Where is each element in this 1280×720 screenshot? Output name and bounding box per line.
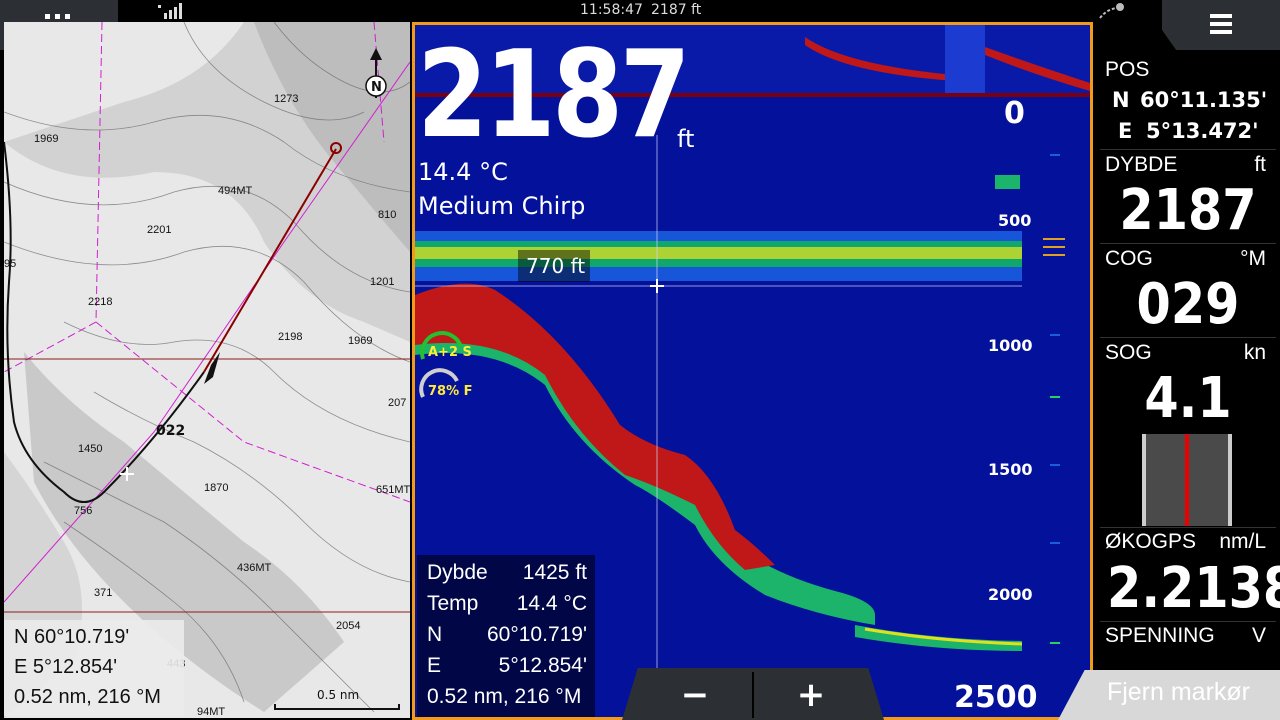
depth-label: 2218 bbox=[88, 296, 112, 308]
depth-label: 1450 bbox=[78, 443, 102, 455]
signal-icon bbox=[158, 3, 182, 19]
depth-label: 651MT bbox=[376, 484, 410, 496]
depth-label: 94MT bbox=[197, 706, 225, 718]
sonar-scale-0: 0 bbox=[1004, 96, 1025, 131]
depth-label: 95 bbox=[4, 258, 16, 270]
colorline-letter: F bbox=[463, 384, 473, 399]
divider bbox=[1100, 243, 1276, 244]
pos-longitude: 5°13.472' bbox=[1146, 119, 1259, 143]
colorline-value: 78% bbox=[428, 384, 460, 399]
eco-unit: nm/L bbox=[1219, 530, 1266, 553]
top-depth-readout: 2187 ft bbox=[651, 2, 702, 18]
sonar-scale-2000: 2000 bbox=[988, 585, 1033, 604]
sog-value: 4.1 bbox=[1144, 366, 1232, 431]
chart-cursor-info: N 60°10.719' E 5°12.854' 0.52 nm, 216 °M bbox=[4, 620, 184, 716]
pos-latitude: 60°11.135' bbox=[1140, 88, 1268, 112]
gain-indicator[interactable]: A+2 S bbox=[428, 345, 472, 360]
cursor-depth-label: 770 ft bbox=[518, 250, 590, 282]
chart-scale-bar bbox=[274, 704, 400, 710]
pos-e-prefix: E bbox=[1118, 119, 1133, 143]
zoom-in-button[interactable]: + bbox=[756, 672, 866, 718]
gain-value: A+2 bbox=[428, 345, 458, 360]
depth-label: 2198 bbox=[278, 331, 302, 343]
pos-n-prefix: N bbox=[1112, 88, 1130, 112]
zoom-divider bbox=[752, 672, 754, 718]
svg-text:N: N bbox=[371, 80, 382, 95]
sonar-scale-2500: 2500 bbox=[954, 680, 1038, 715]
chart-cursor-lat: N 60°10.719' bbox=[14, 626, 130, 648]
sonar-scale-500: 500 bbox=[998, 211, 1032, 230]
voltage-label: SPENNING bbox=[1105, 624, 1215, 647]
colorline-indicator[interactable]: 78% F bbox=[428, 384, 473, 399]
chart-cursor-range: 0.52 nm, 216 °M bbox=[14, 686, 161, 708]
sonar-scale-1000: 1000 bbox=[988, 336, 1033, 355]
depth-label: 207 bbox=[388, 397, 406, 409]
divider bbox=[1100, 621, 1276, 622]
depth-label: 1969 bbox=[348, 335, 372, 347]
hamburger-icon bbox=[1210, 14, 1232, 34]
depth-unit-label: ft bbox=[1254, 153, 1266, 176]
divider bbox=[1100, 337, 1276, 338]
depth-label: DYBDE bbox=[1105, 153, 1178, 176]
depth-label: 756 bbox=[74, 505, 92, 517]
sonar-scale-1500: 1500 bbox=[988, 460, 1033, 479]
depth-readout: 2187 bbox=[417, 26, 691, 165]
pos-label: POS bbox=[1105, 58, 1150, 81]
depth-label: 810 bbox=[378, 209, 396, 221]
waypoint-label: 022 bbox=[156, 423, 185, 439]
sog-needle bbox=[1185, 434, 1189, 526]
depth-unit: ft bbox=[677, 125, 695, 153]
chart-map[interactable]: 1273 1969 494MT 2201 810 1201 2218 2198 … bbox=[4, 22, 410, 718]
clock: 11:58:47 bbox=[580, 2, 643, 18]
divider bbox=[1100, 149, 1276, 150]
sog-unit: kn bbox=[1243, 341, 1266, 364]
voltage-unit: V bbox=[1251, 624, 1266, 647]
remove-cursor-button[interactable]: Fjern markør bbox=[1058, 670, 1280, 720]
depth-label: 494MT bbox=[218, 185, 253, 197]
depth-label: 1870 bbox=[204, 482, 228, 494]
main-menu-button[interactable] bbox=[1162, 0, 1280, 50]
eco-label: ØKOGPS bbox=[1105, 530, 1197, 553]
satellite-icon bbox=[1099, 3, 1124, 19]
depth-label: 371 bbox=[94, 587, 112, 599]
divider bbox=[1100, 527, 1276, 528]
depth-label: 1273 bbox=[274, 93, 298, 105]
gain-letter: S bbox=[462, 345, 472, 360]
sog-label: SOG bbox=[1105, 341, 1152, 364]
sonar-cursor-info: Dybde 1425 ft Temp 14.4 °C N 60°10.719' E 5°… bbox=[417, 555, 595, 717]
depth-label: 2054 bbox=[336, 620, 360, 632]
depth-label: 436MT bbox=[237, 562, 272, 574]
depth-label: 1969 bbox=[34, 133, 58, 145]
chart-cursor-lon: E 5°12.854' bbox=[14, 656, 118, 678]
sog-gauge bbox=[1142, 434, 1232, 526]
depth-label: 1201 bbox=[370, 276, 394, 288]
zoom-out-button[interactable]: − bbox=[640, 672, 750, 718]
chart-scale-label: 0.5 nm bbox=[317, 688, 360, 702]
depth-label: 2201 bbox=[147, 224, 171, 236]
eco-value: 2.2138 bbox=[1107, 556, 1280, 621]
chart-pane[interactable]: 1273 1969 494MT 2201 810 1201 2218 2198 … bbox=[4, 22, 410, 718]
depth-value: 2187 bbox=[1119, 178, 1257, 243]
cog-value: 029 bbox=[1136, 272, 1240, 337]
sonar-frequency: Medium Chirp bbox=[418, 192, 586, 220]
cog-label: COG bbox=[1105, 247, 1153, 270]
cog-unit: °M bbox=[1240, 247, 1266, 270]
water-temperature: 14.4 °C bbox=[418, 158, 508, 186]
